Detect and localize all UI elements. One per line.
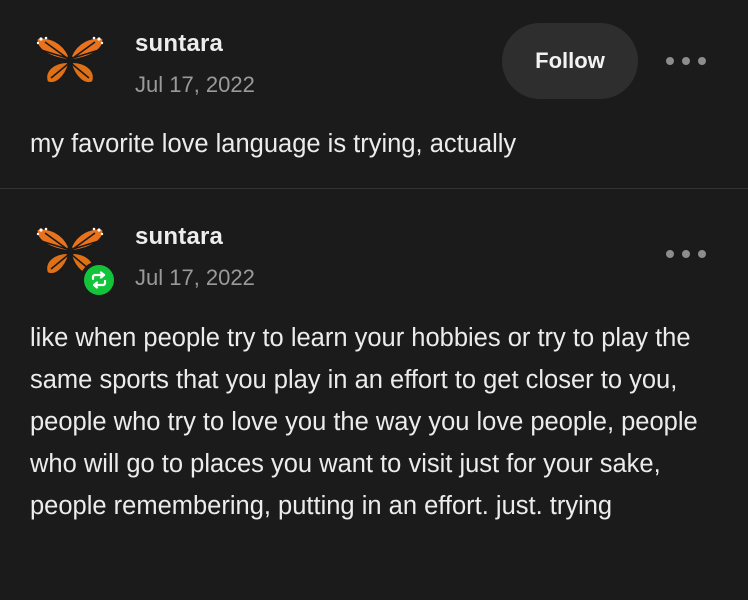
username[interactable]: suntara: [135, 223, 223, 251]
reblog-badge: [80, 261, 118, 299]
post-date[interactable]: Jul 17, 2022: [135, 265, 255, 291]
username[interactable]: suntara: [135, 30, 223, 58]
follow-button[interactable]: Follow: [502, 23, 638, 99]
post-text: my favorite love language is trying, act…: [30, 130, 517, 158]
monarch-butterfly-icon: [35, 36, 105, 84]
reblog-icon: [91, 271, 107, 289]
avatar[interactable]: [33, 32, 107, 90]
post-date[interactable]: Jul 17, 2022: [135, 72, 255, 98]
post-original: suntara Jul 17, 2022 Follow my favorite …: [0, 0, 748, 188]
more-options-icon[interactable]: [666, 54, 706, 68]
post-reblog: suntara Jul 17, 2022 like when people tr…: [0, 189, 748, 600]
post-text: like when people try to learn your hobbi…: [30, 324, 698, 520]
more-options-icon[interactable]: [666, 247, 706, 261]
